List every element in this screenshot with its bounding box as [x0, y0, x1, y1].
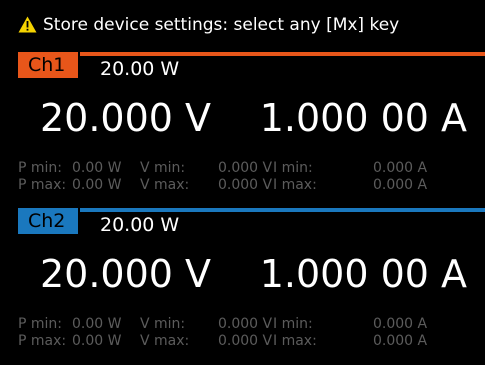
i-max-value: 0.000 A — [373, 333, 428, 349]
v-max-label: V max: — [140, 333, 190, 349]
v-min-label: V min: — [140, 316, 186, 332]
v-max-label: V max: — [140, 177, 190, 193]
channel-1-voltage[interactable]: 20.000 V — [40, 96, 211, 140]
p-max-label: P max: — [18, 333, 67, 349]
channel-1-header-line — [80, 52, 485, 56]
i-max-label: I max: — [273, 177, 317, 193]
p-min-value: 0.00 W — [72, 160, 122, 176]
channel-1-max-row: P max: 0.00 W V max: 0.000 V I max: 0.00… — [18, 177, 485, 194]
v-max-value: 0.000 V — [218, 177, 273, 193]
channel-2-tab[interactable]: Ch2 — [18, 208, 78, 234]
channel-2-min-row: P min: 0.00 W V min: 0.000 V I min: 0.00… — [18, 316, 485, 333]
channel-1-min-row: P min: 0.00 W V min: 0.000 V I min: 0.00… — [18, 160, 485, 177]
channel-2-voltage[interactable]: 20.000 V — [40, 252, 211, 296]
p-min-label: P min: — [18, 160, 63, 176]
v-min-value: 0.000 V — [218, 316, 273, 332]
channel-2-max-row: P max: 0.00 W V max: 0.000 V I max: 0.00… — [18, 333, 485, 350]
status-message: Store device settings: select any [Mx] k… — [43, 15, 400, 35]
i-max-value: 0.000 A — [373, 177, 428, 193]
v-max-value: 0.000 V — [218, 333, 273, 349]
i-max-label: I max: — [273, 333, 317, 349]
channel-1-power-limit[interactable]: 20.00 W — [100, 58, 179, 80]
p-min-value: 0.00 W — [72, 316, 122, 332]
channel-1-panel[interactable]: Ch1 20.00 W 20.000 V 1.000 00 A P min: 0… — [0, 48, 485, 204]
i-min-label: I min: — [273, 316, 313, 332]
channel-2-header-line — [80, 208, 485, 212]
v-min-label: V min: — [140, 160, 186, 176]
status-bar: Store device settings: select any [Mx] k… — [0, 0, 485, 42]
i-min-value: 0.000 A — [373, 160, 428, 176]
warning-triangle-icon — [18, 16, 37, 33]
channel-1-tab[interactable]: Ch1 — [18, 52, 78, 78]
p-min-label: P min: — [18, 316, 63, 332]
i-min-label: I min: — [273, 160, 313, 176]
i-min-value: 0.000 A — [373, 316, 428, 332]
channel-2-current[interactable]: 1.000 00 A — [260, 252, 467, 296]
channel-2-panel[interactable]: Ch2 20.00 W 20.000 V 1.000 00 A P min: 0… — [0, 204, 485, 360]
channel-1-statistics: P min: 0.00 W V min: 0.000 V I min: 0.00… — [18, 160, 485, 194]
p-max-value: 0.00 W — [72, 177, 122, 193]
channel-2-power-limit[interactable]: 20.00 W — [100, 214, 179, 236]
p-max-value: 0.00 W — [72, 333, 122, 349]
channel-2-statistics: P min: 0.00 W V min: 0.000 V I min: 0.00… — [18, 316, 485, 350]
v-min-value: 0.000 V — [218, 160, 273, 176]
p-max-label: P max: — [18, 177, 67, 193]
channel-1-current[interactable]: 1.000 00 A — [260, 96, 467, 140]
